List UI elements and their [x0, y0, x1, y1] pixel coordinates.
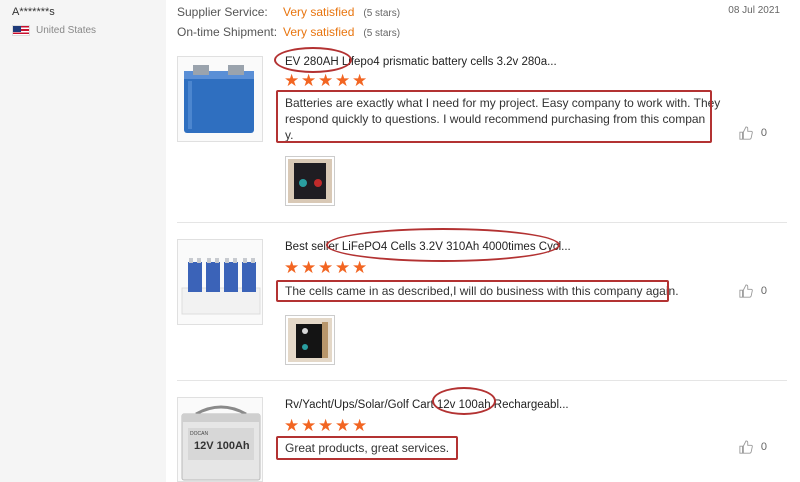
- us-flag-icon: [12, 25, 30, 36]
- supplier-service-label: Supplier Service:: [177, 5, 268, 19]
- product-title-link[interactable]: Best seller LiFePO4 Cells 3.2V 310Ah 400…: [285, 241, 571, 253]
- thumbs-up-icon[interactable]: [739, 126, 753, 140]
- review-rating: ★ ★ ★ ★ ★: [284, 71, 368, 90]
- battery-brand-label: DOCAN: [190, 431, 208, 437]
- supplier-service-stars: (5 stars): [363, 8, 401, 19]
- buyer-name: A*******s: [12, 6, 55, 18]
- review-rating: ★ ★ ★ ★ ★: [284, 258, 368, 277]
- helpful-count: 0: [760, 441, 767, 453]
- helpful-vote[interactable]: 0: [739, 440, 767, 454]
- star-icon: ★: [318, 416, 334, 435]
- review-text-line: Batteries are exactly what I need for my…: [285, 96, 721, 110]
- country-label: United States: [36, 25, 97, 36]
- supplier-service-value: Very satisfied: [283, 5, 355, 19]
- product-thumbnail[interactable]: [177, 239, 263, 325]
- battery-spec-label: 12V 100Ah: [194, 440, 250, 452]
- review-date: 08 Jul 2021: [728, 5, 780, 16]
- on-time-value: Very satisfied: [283, 25, 355, 39]
- star-icon: ★: [301, 71, 317, 90]
- review-photo[interactable]: [285, 315, 335, 365]
- star-icon: ★: [301, 416, 317, 435]
- star-icon: ★: [352, 416, 368, 435]
- on-time-label: On-time Shipment:: [177, 25, 278, 39]
- review-item: Best seller LiFePO4 Cells 3.2V 310Ah 400…: [177, 239, 787, 369]
- supplier-service-rating: Supplier Service: Very satisfied (5 star…: [177, 5, 400, 19]
- star-icon: ★: [352, 71, 368, 90]
- star-icon: ★: [352, 258, 368, 277]
- thumbs-up-icon[interactable]: [739, 284, 753, 298]
- helpful-count: 0: [760, 127, 767, 139]
- product-title-link[interactable]: EV 280AH Lifepo4 prismatic battery cells…: [285, 56, 557, 68]
- star-icon: ★: [335, 258, 351, 277]
- star-icon: ★: [335, 416, 351, 435]
- star-icon: ★: [301, 258, 317, 277]
- review-text: Batteries are exactly what I need for my…: [285, 95, 720, 143]
- review-text: The cells came in as described,I will do…: [285, 284, 679, 298]
- star-icon: ★: [284, 416, 300, 435]
- star-icon: ★: [318, 71, 334, 90]
- buyer-info-panel: A*******s United States: [0, 0, 166, 482]
- star-icon: ★: [318, 258, 334, 277]
- review-divider: [177, 380, 787, 381]
- review-item: DOCAN 12V 100Ah Rv/Yacht/Ups/Solar/Golf …: [177, 397, 787, 482]
- on-time-shipment-rating: On-time Shipment: Very satisfied (5 star…: [177, 25, 400, 39]
- star-icon: ★: [284, 258, 300, 277]
- helpful-vote[interactable]: 0: [739, 126, 767, 140]
- review-text: Great products, great services.: [285, 441, 450, 455]
- star-icon: ★: [284, 71, 300, 90]
- helpful-count: 0: [760, 285, 767, 297]
- helpful-vote[interactable]: 0: [739, 284, 767, 298]
- product-title-link[interactable]: Rv/Yacht/Ups/Solar/Golf Cart 12v 100ah R…: [285, 399, 569, 411]
- review-rating: ★ ★ ★ ★ ★: [284, 416, 368, 435]
- review-divider: [177, 222, 787, 223]
- product-thumbnail[interactable]: [177, 56, 263, 142]
- review-item: EV 280AH Lifepo4 prismatic battery cells…: [177, 56, 787, 216]
- thumbs-up-icon[interactable]: [739, 440, 753, 454]
- star-icon: ★: [335, 71, 351, 90]
- product-thumbnail[interactable]: DOCAN 12V 100Ah: [177, 397, 263, 482]
- review-text-line: respond quickly to questions. I would re…: [285, 112, 706, 126]
- review-photo[interactable]: [285, 156, 335, 206]
- buyer-country: United States: [12, 25, 96, 36]
- review-text-line: y.: [285, 128, 294, 142]
- on-time-stars: (5 stars): [363, 28, 401, 39]
